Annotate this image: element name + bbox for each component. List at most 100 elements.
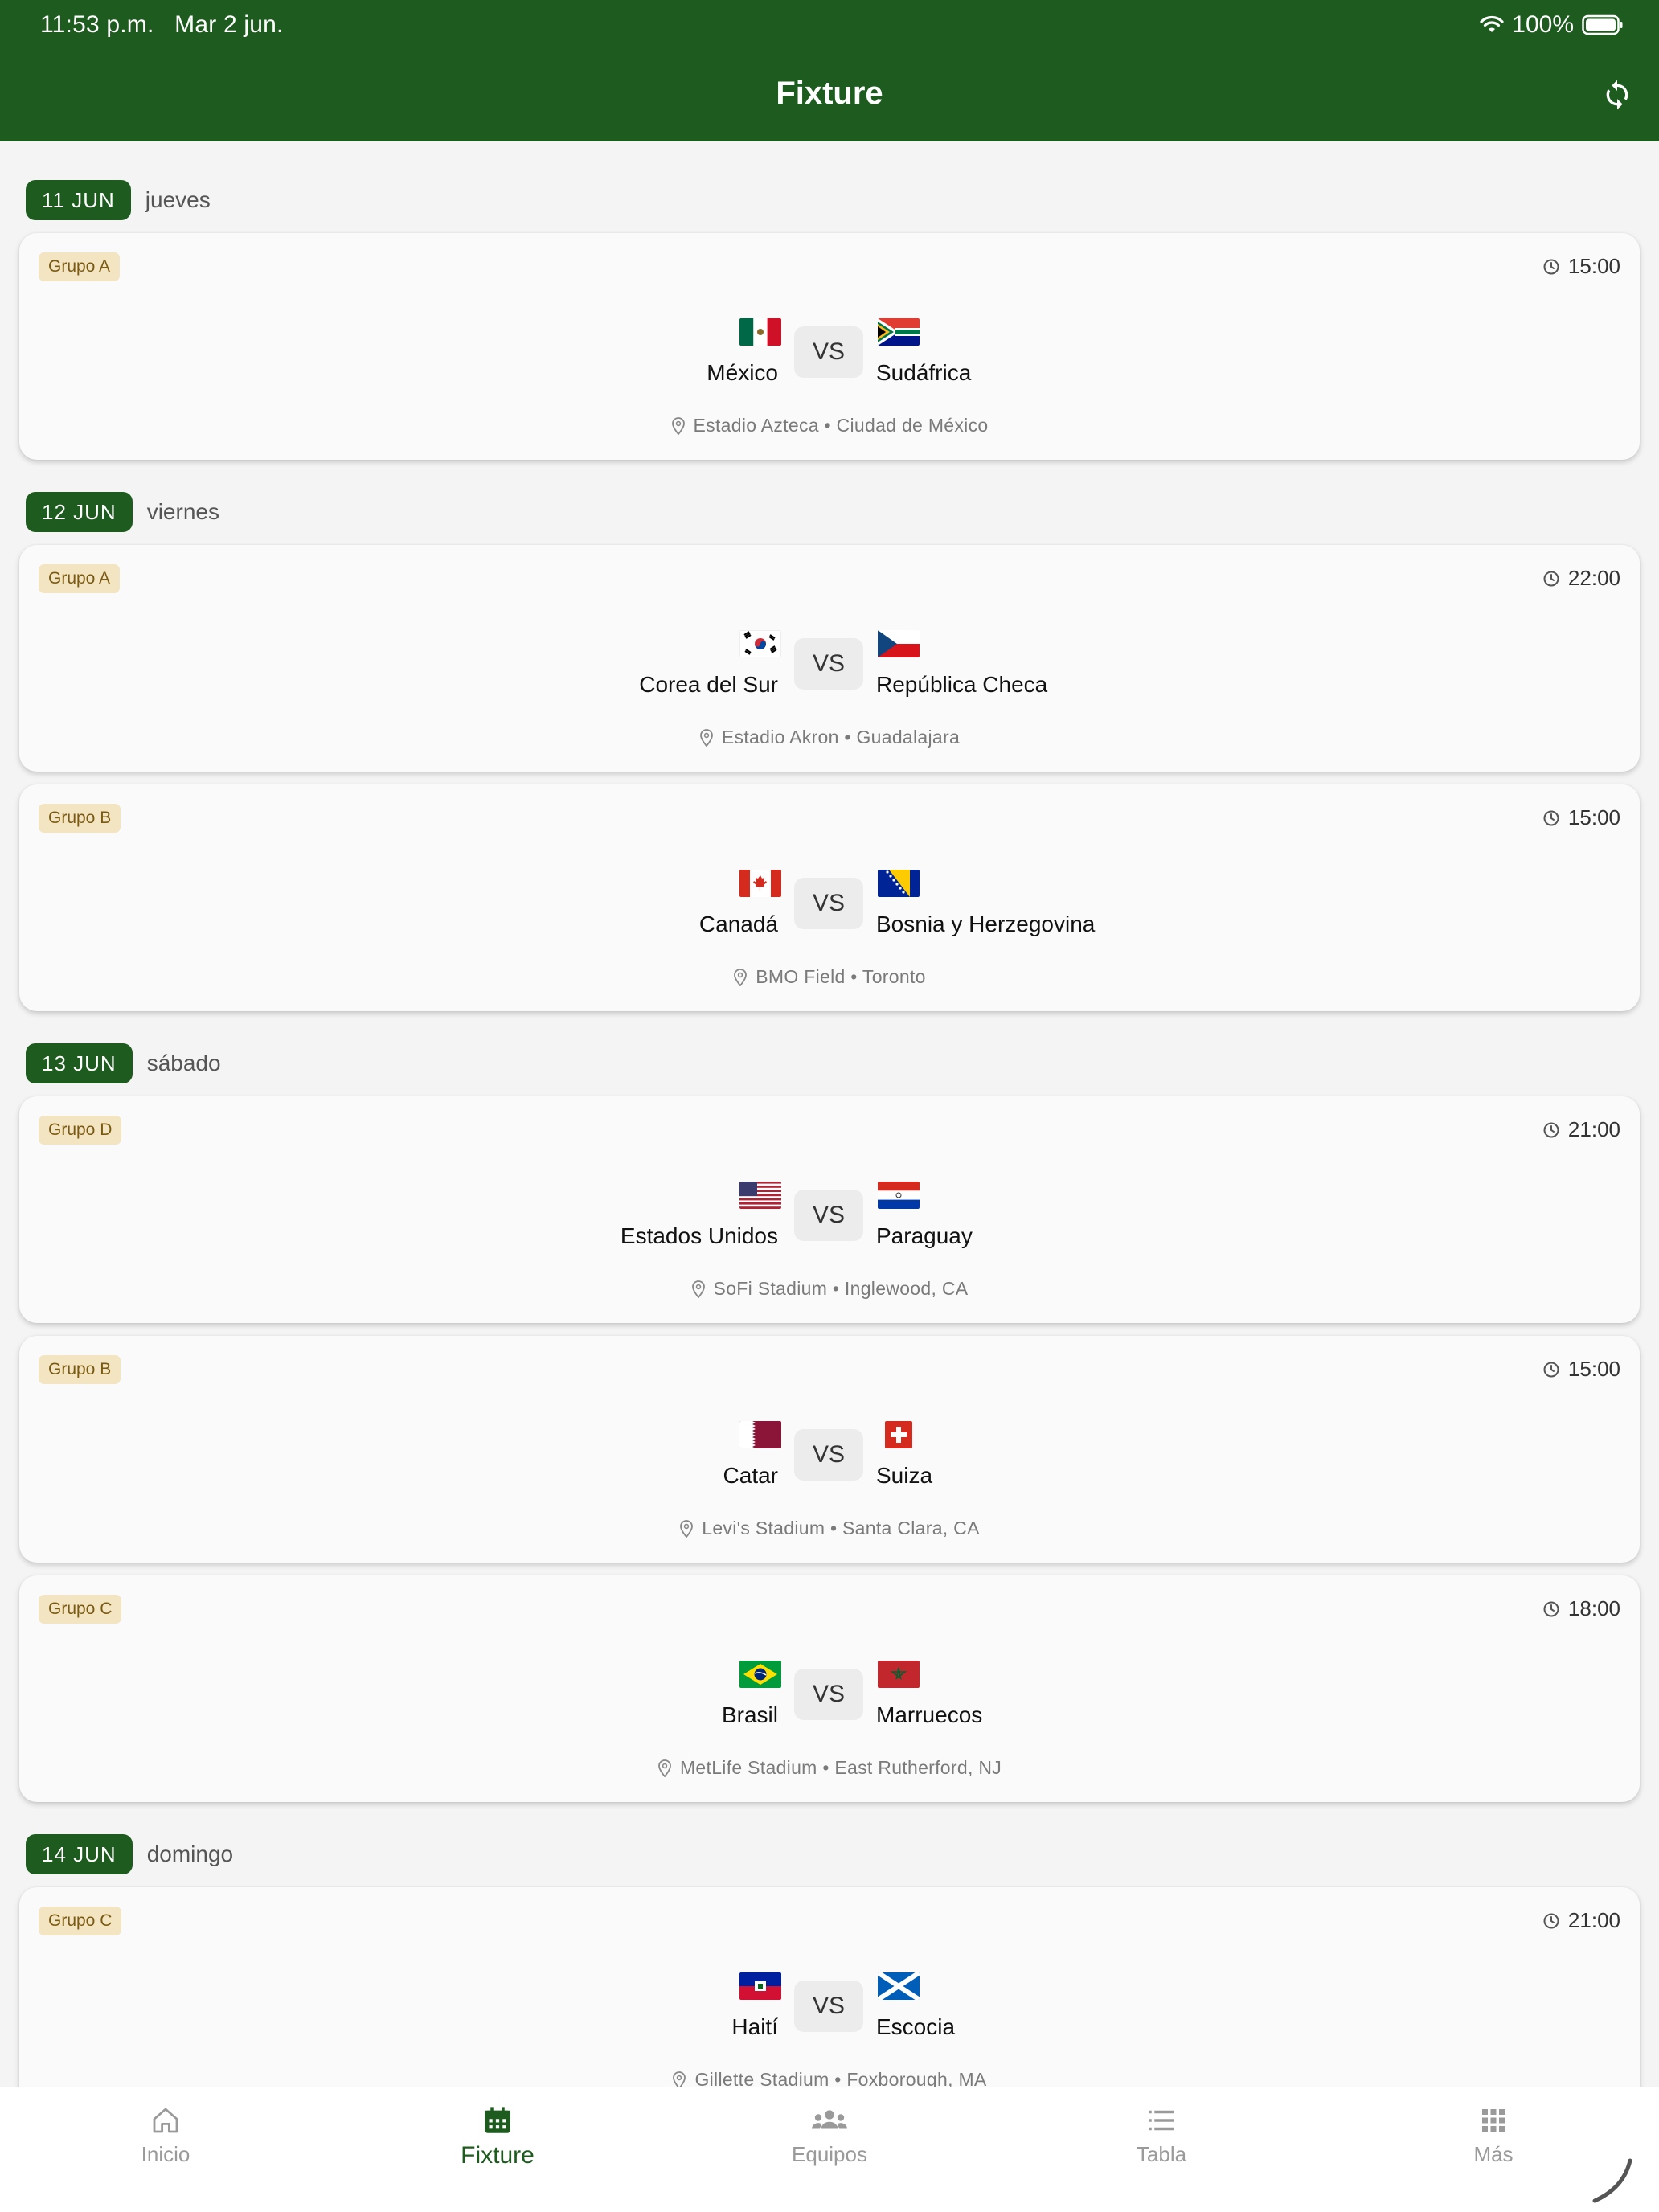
location-pin-icon <box>734 968 748 986</box>
nav-item-mas[interactable]: Más <box>1373 2103 1614 2167</box>
list-icon <box>1149 2110 1174 2131</box>
home-icon <box>153 2108 178 2133</box>
home-team: Catar <box>723 1463 778 1488</box>
match-card[interactable]: Grupo A 15:00 VS México Sudáfrica Estadi… <box>19 233 1640 460</box>
away-team: Escocia <box>876 2014 956 2039</box>
flag-brazil <box>739 1661 781 1688</box>
venue: BMO Field • Toronto <box>19 966 1640 988</box>
date-chip: 11 JUN <box>26 180 131 220</box>
location-pin-icon <box>700 728 713 747</box>
match-card[interactable]: Grupo B 15:00 VS Catar Suiza Levi's Stad… <box>19 1336 1640 1563</box>
flag-bosnia <box>878 870 920 897</box>
flag-south-africa <box>878 318 920 346</box>
clock-icon <box>1543 810 1559 825</box>
group-badge: Grupo C <box>39 1595 122 1624</box>
nav-label: Fixture <box>461 2142 535 2169</box>
group-badge: Grupo D <box>39 1116 122 1145</box>
home-team: Brasil <box>721 1702 778 1727</box>
flag-czech-republic <box>878 630 920 657</box>
venue: MetLife Stadium • East Rutherford, NJ <box>19 1757 1640 1779</box>
nav-item-tabla[interactable]: Tabla <box>1041 2103 1282 2167</box>
bottom-navigation: Inicio Fixture Equipos Tabla Más <box>0 2087 1659 2212</box>
away-team: Marruecos <box>876 1702 983 1727</box>
weekday-label: jueves <box>145 187 211 212</box>
match-time-text: 15:00 <box>1567 254 1620 278</box>
venue-text: SoFi Stadium • Inglewood, CA <box>713 1278 969 1299</box>
status-bar-right: 100% <box>1480 11 1624 39</box>
location-pin-icon <box>658 1759 671 1777</box>
venue-text: Estadio Azteca • Ciudad de México <box>693 415 989 436</box>
location-pin-icon <box>680 1519 694 1538</box>
status-bar-clock: 11:53 p.m. Mar 2 jun. <box>40 11 284 39</box>
away-team: Bosnia y Herzegovina <box>876 911 1096 936</box>
home-team: Estados Unidos <box>620 1223 778 1248</box>
group-badge: Grupo B <box>39 1355 121 1384</box>
away-team: Suiza <box>876 1463 933 1488</box>
app-header: 11:53 p.m. Mar 2 jun. 100% Fixture <box>0 0 1659 141</box>
match-time-text: 21:00 <box>1567 1908 1620 1932</box>
match-time-text: 18:00 <box>1567 1596 1620 1620</box>
match-time-text: 22:00 <box>1567 566 1620 590</box>
battery-percent: 100% <box>1512 11 1574 38</box>
match-card[interactable]: Grupo D 21:00 VS Estados Unidos Paraguay… <box>19 1096 1640 1323</box>
match-time-text: 15:00 <box>1567 805 1620 830</box>
venue: Estadio Akron • Guadalajara <box>19 727 1640 748</box>
venue: Estadio Azteca • Ciudad de México <box>19 415 1640 436</box>
nav-item-equipos[interactable]: Equipos <box>709 2103 950 2167</box>
refresh-button[interactable] <box>1600 77 1635 113</box>
home-team: Haití <box>731 2014 778 2039</box>
status-time: 11:53 p.m. <box>40 11 154 38</box>
home-team: Corea del Sur <box>639 672 778 697</box>
match-card[interactable]: Grupo C 21:00 VS Haití Escocia Gillette … <box>19 1887 1640 2087</box>
vs-label: VS <box>794 326 863 378</box>
vs-label: VS <box>794 878 863 929</box>
home-team: Canadá <box>698 911 778 936</box>
venue-text: BMO Field • Toronto <box>756 966 926 987</box>
flag-canada <box>739 870 781 897</box>
nav-item-fixture[interactable]: Fixture <box>377 2103 618 2169</box>
weekday-label: viernes <box>146 499 219 524</box>
home-team: México <box>707 360 778 385</box>
group-badge: Grupo B <box>39 804 121 833</box>
away-team: Sudáfrica <box>876 360 972 385</box>
match-card[interactable]: Grupo B 15:00 VS Canadá Bosnia y Herzego… <box>19 784 1640 1011</box>
location-pin-icon <box>691 1280 705 1298</box>
flag-morocco <box>878 1661 920 1688</box>
venue-text: MetLife Stadium • East Rutherford, NJ <box>679 1757 1002 1778</box>
vs-label: VS <box>794 1669 863 1720</box>
match-time: 15:00 <box>1542 254 1620 279</box>
venue-text: Levi's Stadium • Santa Clara, CA <box>702 1518 980 1538</box>
vs-label: VS <box>794 1981 863 2032</box>
match-card[interactable]: Grupo A 22:00 VS Corea del Sur República… <box>19 545 1640 772</box>
battery-icon <box>1582 14 1623 35</box>
people-icon <box>812 2110 847 2129</box>
clock-icon <box>1543 571 1559 586</box>
flag-qatar <box>739 1421 781 1448</box>
wifi-icon <box>1480 15 1504 32</box>
location-pin-icon <box>671 416 685 435</box>
page-title: Fixture <box>776 76 883 111</box>
clock-icon <box>1543 1913 1559 1928</box>
vs-label: VS <box>794 1429 863 1481</box>
flag-paraguay <box>878 1182 920 1209</box>
home-indicator <box>1592 2158 1632 2203</box>
venue: Gillette Stadium • Foxborough, MA <box>19 2069 1640 2087</box>
flag-south-korea <box>739 630 781 657</box>
clock-icon <box>1543 259 1559 274</box>
match-time: 15:00 <box>1542 805 1620 830</box>
weekday-label: domingo <box>146 1841 234 1866</box>
match-time-text: 21:00 <box>1567 1117 1620 1141</box>
match-time: 21:00 <box>1542 1117 1620 1142</box>
venue: SoFi Stadium • Inglewood, CA <box>19 1278 1640 1300</box>
day-header: 13 JUN sábado <box>26 1043 221 1083</box>
fixture-list[interactable]: 11 JUN jueves Grupo A 15:00 VS México Su… <box>0 141 1659 2087</box>
nav-item-inicio[interactable]: Inicio <box>45 2103 286 2167</box>
match-card[interactable]: Grupo C 18:00 VS Brasil Marruecos MetLif… <box>19 1575 1640 1802</box>
grid-icon <box>1482 2109 1505 2132</box>
location-pin-icon <box>673 2071 686 2087</box>
venue-text: Gillette Stadium • Foxborough, MA <box>694 2069 987 2087</box>
calendar-icon <box>485 2107 510 2133</box>
venue: Levi's Stadium • Santa Clara, CA <box>19 1518 1640 1539</box>
nav-label: Más <box>1473 2142 1514 2166</box>
match-time: 18:00 <box>1542 1596 1620 1621</box>
